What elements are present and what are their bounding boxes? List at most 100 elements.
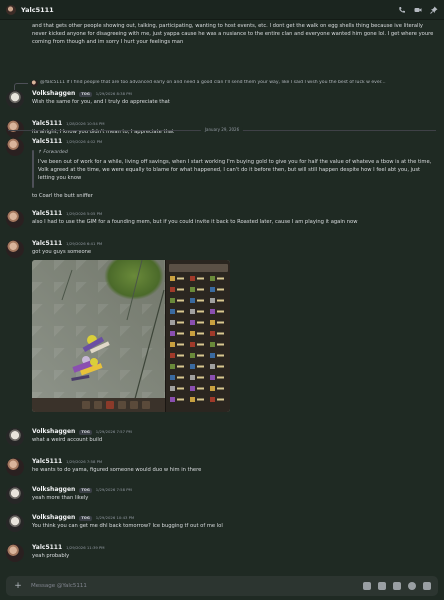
skill-level-bar [177,365,184,368]
skill-icon [210,331,215,336]
forward-bar [32,150,34,188]
bar-slot [82,401,90,409]
skill-level-bar [217,288,224,291]
skill-level-bar [197,343,204,346]
sticker-icon[interactable] [393,582,401,590]
avatar[interactable] [6,90,24,108]
skill-level-bar [197,398,204,401]
game-action-bar [32,398,165,412]
reply-avatar [31,80,38,87]
skill-level-bar [197,310,204,313]
skill-icon [170,276,175,281]
author-name[interactable]: Yalc5111 [32,240,62,247]
skill-level-bar [197,299,204,302]
message-header: Yalc5111 1/29/2026 11:39 PM [32,544,105,551]
apps-icon[interactable] [423,582,431,590]
skill-level-bar [177,354,184,357]
skill-icon [190,375,195,380]
phone-icon[interactable] [398,6,406,14]
message-text: You think you can get me dhl back tomorr… [32,523,223,529]
avatar[interactable] [6,428,24,446]
game-screenshot-attachment[interactable] [32,260,230,412]
character-figures [61,260,165,410]
skill-icon [190,276,195,281]
skill-level-bar [197,365,204,368]
skill-icon [210,386,215,391]
message-header: Yalc5111 1/29/2026 5:05 PM [32,210,102,217]
avatar[interactable] [6,486,24,504]
skill-icon [170,298,175,303]
avatar[interactable] [6,544,24,562]
message-list[interactable]: and that gets other people showing out, … [0,20,444,573]
author-name[interactable]: Volkshaggen [32,514,75,521]
skill-icon [170,375,175,380]
message-header: Volkshaggen TOG 1/29/2026 8:38 PM [32,90,132,97]
message-header: Yalc5111 1/28/2026 10:54 PM [32,120,105,127]
bar-slot [94,401,102,409]
timestamp: 1/29/2026 11:39 PM [66,545,105,550]
avatar[interactable] [6,120,24,138]
skill-icon [210,276,215,281]
message-text: yeah more than likely [32,495,89,501]
message-input[interactable] [31,583,363,589]
video-icon[interactable] [414,6,422,14]
author-name[interactable]: Yalc5111 [32,544,62,551]
bar-slot [118,401,126,409]
timestamp: 1/29/2026 5:05 PM [66,211,103,216]
forwarded-text: I've been out of work for a while, livin… [38,159,432,182]
gif-icon[interactable] [378,582,386,590]
guild-tag-badge: TOG [79,430,92,435]
timestamp: 1/28/2026 10:54 PM [66,121,105,126]
skill-level-bar [197,376,204,379]
skills-grid [169,264,228,402]
timestamp: 1/29/2026 10:43 PM [95,515,135,520]
skill-icon [170,309,175,314]
skill-level-bar [217,299,224,302]
author-name[interactable]: Volkshaggen [32,90,75,97]
skill-level-bar [177,277,184,280]
header-avatar[interactable] [6,4,16,15]
message-text: what a weird account build [32,437,103,443]
skill-icon [190,320,195,325]
author-name[interactable]: Yalc5111 [32,210,62,217]
skill-icon [190,309,195,314]
author-name[interactable]: Yalc5111 [32,138,62,145]
plus-icon[interactable]: + [13,581,23,591]
date-divider: January 29, 2026 [8,127,436,132]
avatar[interactable] [6,138,24,156]
avatar[interactable] [6,458,24,476]
pin-icon[interactable] [430,6,438,14]
author-name[interactable]: Volkshaggen [32,486,75,493]
skill-level-bar [177,321,184,324]
avatar[interactable] [6,240,24,258]
avatar[interactable] [6,514,24,532]
avatar[interactable] [6,210,24,228]
author-name[interactable]: Yalc5111 [32,458,62,465]
emoji-icon[interactable] [408,582,416,590]
header-title[interactable]: Yalc5111 [21,6,54,14]
reply-preview[interactable]: @Yalc5111 If I find people that are too … [40,80,440,85]
skill-level-bar [197,387,204,390]
skill-icon [170,342,175,347]
author-name[interactable]: Volkshaggen [32,428,75,435]
skill-level-bar [197,277,204,280]
gift-icon[interactable] [363,582,371,590]
skill-level-bar [177,332,184,335]
skill-level-bar [177,398,184,401]
skill-icon [190,353,195,358]
message-header: Yalc5111 1/29/2026 7:58 PM [32,458,102,465]
guild-tag-badge: TOG [79,516,92,521]
message-header: Volkshaggen TOG 1/29/2026 7:58 PM [32,486,132,493]
timestamp: 1/29/2026 4:02 PM [66,139,103,144]
skill-level-bar [197,321,204,324]
author-name[interactable]: Yalc5111 [32,120,62,127]
skill-icon [170,364,175,369]
skill-icon [190,386,195,391]
skill-icon [190,397,195,402]
timestamp: 1/29/2026 7:57 PM [95,429,132,434]
channel-header: Yalc5111 [0,0,444,20]
skill-level-bar [197,332,204,335]
skill-level-bar [217,398,224,401]
skill-level-bar [177,288,184,291]
skill-icon [210,353,215,358]
